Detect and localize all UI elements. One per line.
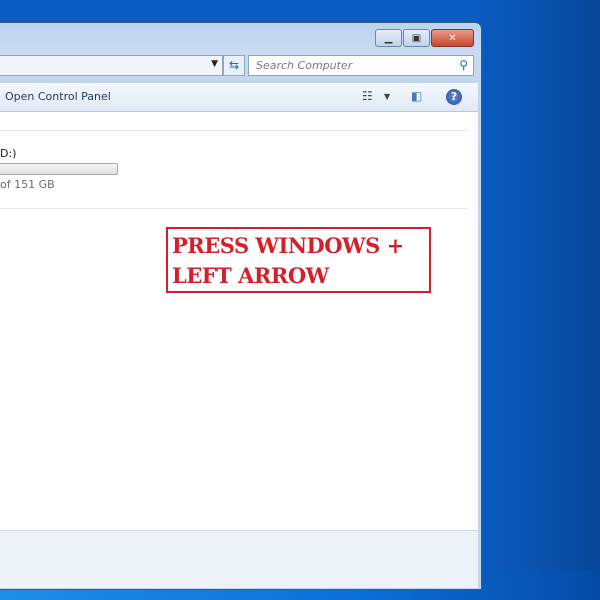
open-control-panel-button[interactable]: Open Control Panel bbox=[5, 90, 111, 103]
help-icon[interactable]: ? bbox=[446, 89, 462, 105]
search-placeholder: Search Computer bbox=[256, 59, 353, 72]
instruction-annotation: PRESS WINDOWS + LEFT ARROW bbox=[166, 227, 431, 293]
chevron-down-icon[interactable]: ▼ bbox=[384, 92, 390, 101]
minimize-button[interactable]: ▁ bbox=[375, 29, 402, 47]
minimize-icon: ▁ bbox=[384, 32, 393, 44]
divider bbox=[0, 208, 468, 209]
search-input[interactable]: Search Computer ⚲ bbox=[248, 55, 474, 76]
drive-name[interactable]: D:) bbox=[0, 147, 16, 160]
refresh-button[interactable]: ⇆ bbox=[223, 55, 245, 76]
chevron-down-icon[interactable]: ▼ bbox=[211, 59, 218, 69]
refresh-icon: ⇆ bbox=[228, 58, 240, 72]
drive-size: of 151 GB bbox=[0, 178, 55, 191]
details-pane bbox=[0, 530, 478, 588]
drive-usage-bar bbox=[0, 163, 118, 175]
annotation-line-1: PRESS WINDOWS + bbox=[172, 233, 404, 258]
view-options-icon[interactable]: ☷ bbox=[362, 89, 373, 103]
caption-buttons: ▁ ▣ ✕ bbox=[375, 29, 474, 47]
search-icon[interactable]: ⚲ bbox=[459, 58, 468, 72]
close-button[interactable]: ✕ bbox=[431, 29, 474, 47]
divider bbox=[0, 130, 468, 131]
annotation-line-2: LEFT ARROW bbox=[172, 263, 329, 288]
close-icon: ✕ bbox=[448, 32, 457, 44]
command-bar: Open Control Panel ☷ ▼ ◧ ? bbox=[0, 83, 478, 112]
maximize-icon: ▣ bbox=[411, 32, 422, 44]
address-bar[interactable]: ▼ bbox=[0, 55, 223, 76]
preview-pane-icon[interactable]: ◧ bbox=[411, 89, 422, 103]
maximize-button[interactable]: ▣ bbox=[403, 29, 430, 47]
